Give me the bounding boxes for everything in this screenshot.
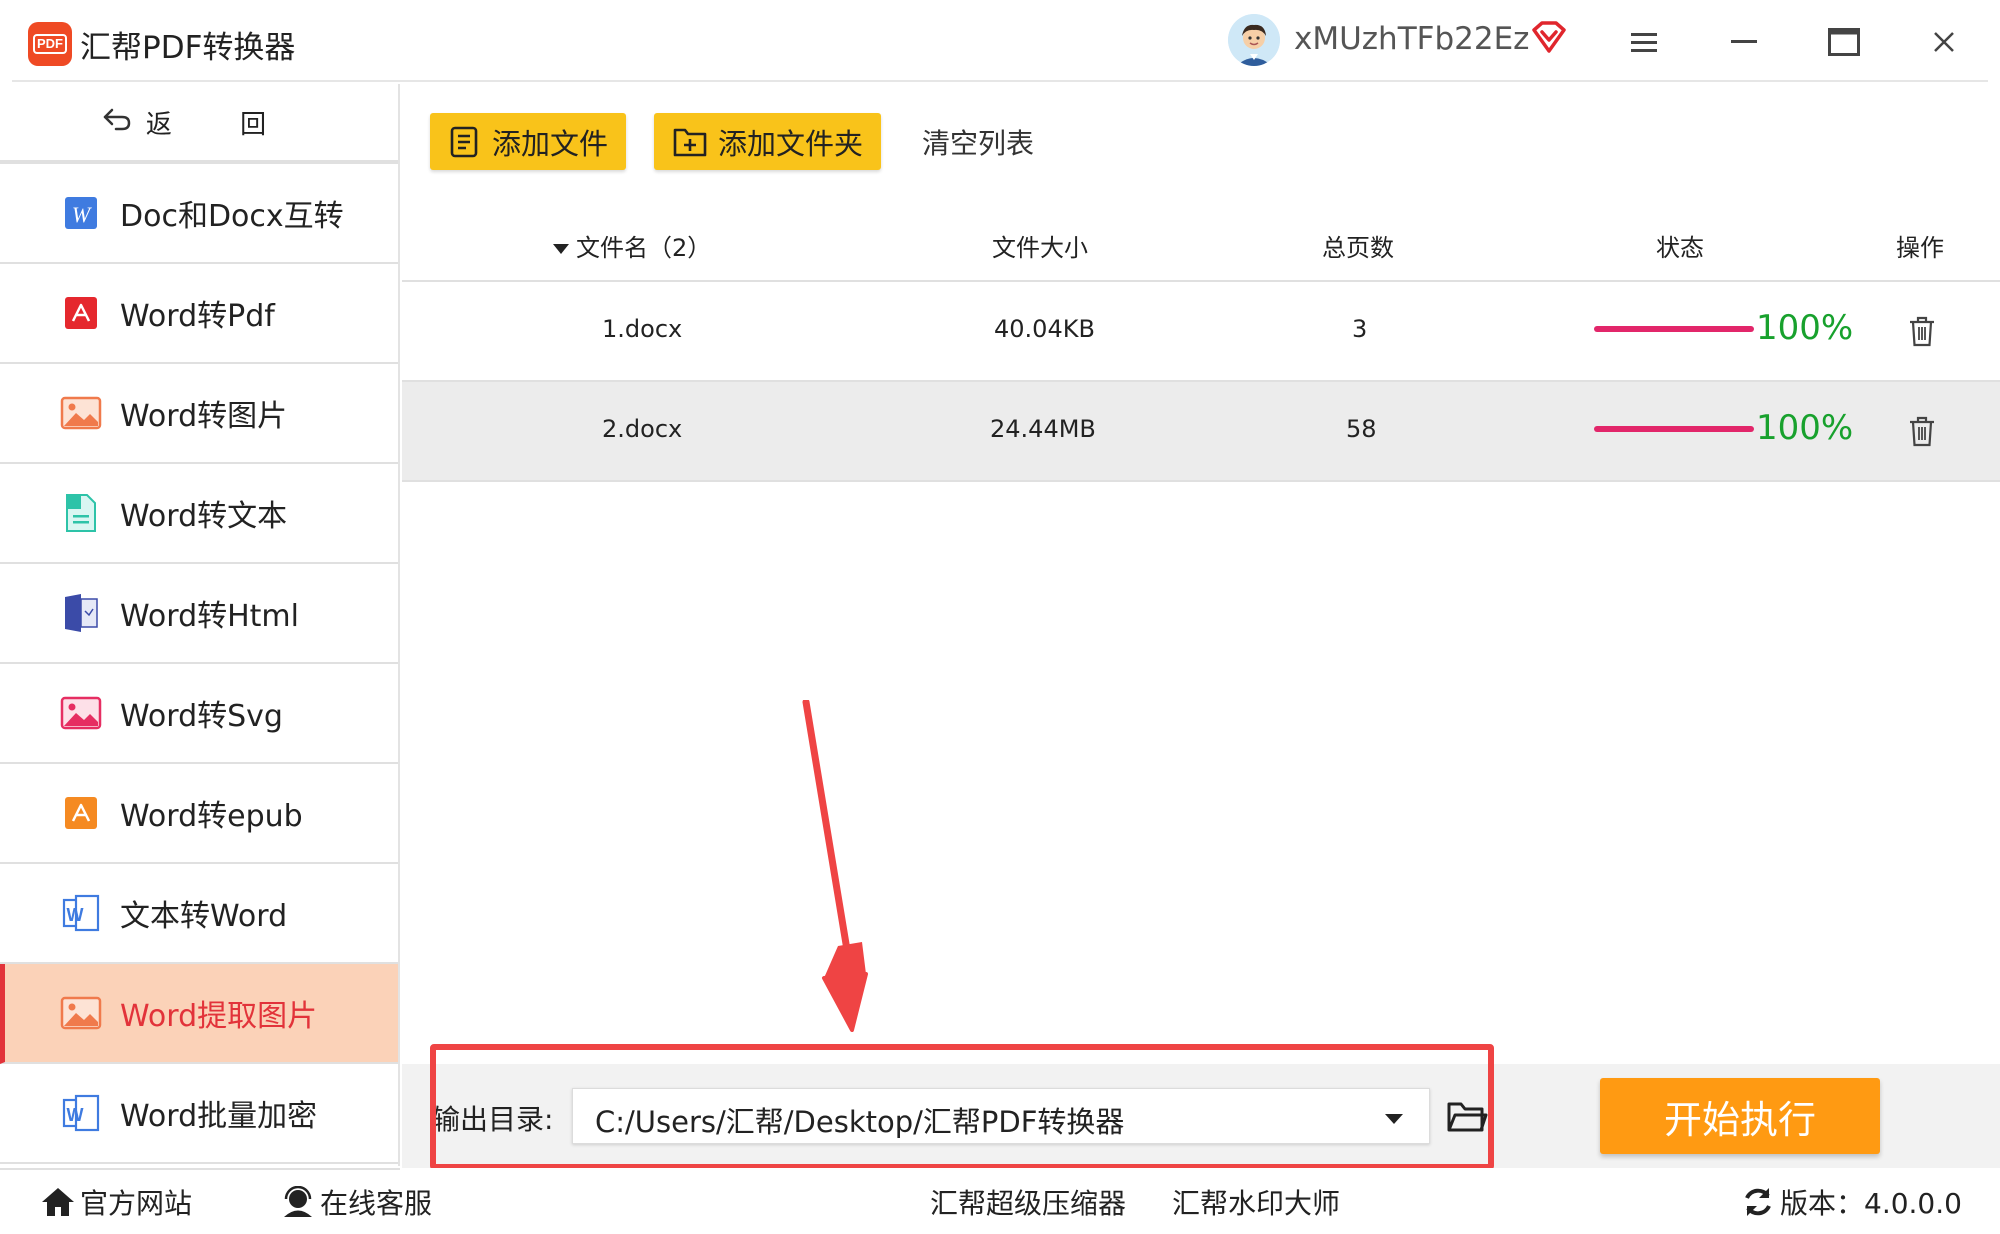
svg-text:W: W: [67, 1105, 84, 1125]
sidebar-item-label: Word提取图片: [120, 999, 318, 1034]
sidebar-item-word-extract-image[interactable]: Word提取图片: [0, 964, 398, 1064]
table-row[interactable]: 1.docx 40.04KB 3 100%: [402, 282, 2000, 382]
sidebar-item-label: Word批量加密: [120, 1099, 318, 1134]
sidebar-item-label: Word转Svg: [120, 699, 283, 734]
title-bar: PDF 汇帮PDF转换器 xMUzhTFb22Ez: [0, 0, 2000, 82]
column-filename[interactable]: 文件名（2）: [552, 228, 711, 263]
column-pages: 总页数: [1322, 234, 1394, 262]
sidebar-item-word-html[interactable]: Word转Html: [0, 564, 398, 664]
close-icon[interactable]: [1924, 22, 1964, 62]
word-w-icon: W: [60, 192, 102, 234]
svg-image-icon: [60, 692, 102, 734]
clear-list-button[interactable]: 清空列表: [922, 122, 1034, 162]
app-logo-text: PDF: [33, 34, 67, 54]
status-percent: 100%: [1756, 408, 1854, 448]
output-dir-select[interactable]: C:/Users/汇帮/Desktop/汇帮PDF转换器: [572, 1088, 1430, 1144]
sidebar-item-label: Word转epub: [120, 799, 303, 834]
folder-add-icon: [673, 128, 707, 156]
html-doc-icon: [60, 592, 102, 634]
watermark-link[interactable]: 汇帮水印大师: [1172, 1182, 1340, 1222]
pdf-icon: [60, 292, 102, 334]
sidebar: 返 回 W Doc和Docx互转 Word转Pdf Word转图片 Word转文…: [0, 84, 400, 1166]
column-size: 文件大小: [992, 234, 1088, 262]
home-icon: [42, 1188, 74, 1216]
sidebar-item-doc-docx[interactable]: W Doc和Docx互转: [0, 164, 398, 264]
app-logo-icon: PDF: [28, 22, 72, 66]
sidebar-item-text-word[interactable]: W 文本转Word: [0, 864, 398, 964]
progress-bar: [1594, 426, 1754, 432]
official-website-link[interactable]: 官方网站: [40, 1182, 192, 1222]
column-action: 操作: [1896, 234, 1944, 262]
version-label: 版本：4.0.0.0: [1780, 1187, 1962, 1220]
cell-filename: 2.docx: [602, 415, 683, 443]
chevron-down-icon[interactable]: [1383, 1111, 1405, 1130]
output-dir-value: C:/Users/汇帮/Desktop/汇帮PDF转换器: [595, 1105, 1125, 1139]
trash-icon[interactable]: [1907, 414, 1937, 448]
folder-open-icon[interactable]: [1446, 1096, 1488, 1136]
word-outline-icon: W: [60, 1092, 102, 1134]
refresh-icon: [1745, 1188, 1771, 1216]
output-dir-label: 输出目录:: [432, 1103, 554, 1136]
file-table-header: 文件名（2） 文件大小 总页数 状态 操作: [402, 218, 2000, 282]
app-title: 汇帮PDF转换器: [80, 30, 296, 66]
back-button[interactable]: 返 回: [0, 84, 398, 164]
sidebar-item-word-epub[interactable]: Word转epub: [0, 764, 398, 864]
official-website-label: 官方网站: [80, 1187, 193, 1220]
epub-icon: [60, 792, 102, 834]
add-file-label: 添加文件: [492, 126, 609, 161]
image-icon: [60, 392, 102, 434]
username[interactable]: xMUzhTFb22Ez: [1294, 21, 1529, 57]
column-filename-label: 文件名（2）: [576, 234, 712, 262]
add-file-button[interactable]: 添加文件: [430, 113, 627, 170]
svg-text:W: W: [72, 202, 92, 227]
status-percent: 100%: [1756, 308, 1854, 348]
sidebar-item-label: Word转文本: [120, 499, 288, 534]
add-folder-button[interactable]: 添加文件夹: [654, 113, 882, 170]
footer: 官方网站 在线客服 汇帮超级压缩器 汇帮水印大师 版本：4.0.0.0: [0, 1168, 2000, 1234]
back-label: 返 回: [145, 109, 297, 140]
cell-pages: 58: [1346, 415, 1377, 443]
sidebar-item-label: Doc和Docx互转: [120, 199, 344, 234]
sidebar-item-word-text[interactable]: Word转文本: [0, 464, 398, 564]
text-doc-icon: [60, 492, 102, 534]
vip-diamond-icon[interactable]: [1530, 20, 1568, 54]
sidebar-item-label: Word转Html: [120, 599, 299, 634]
cell-size: 24.44MB: [990, 415, 1096, 443]
sidebar-item-label: 文本转Word: [120, 899, 288, 934]
cell-filename: 1.docx: [602, 315, 683, 343]
headset-icon: [284, 1186, 312, 1217]
svg-text:W: W: [67, 905, 84, 925]
minimize-icon[interactable]: [1724, 22, 1764, 62]
sidebar-item-word-svg[interactable]: Word转Svg: [0, 664, 398, 764]
start-button[interactable]: 开始执行: [1600, 1078, 1880, 1154]
sort-caret-icon: [553, 244, 569, 254]
table-row[interactable]: 2.docx 24.44MB 58 100%: [402, 382, 2000, 482]
version-info[interactable]: 版本：4.0.0.0: [1740, 1182, 1962, 1222]
word-outline-icon: W: [60, 892, 102, 934]
image-icon: [60, 992, 102, 1034]
sidebar-item-word-encrypt[interactable]: W Word批量加密: [0, 1064, 398, 1164]
cell-pages: 3: [1352, 315, 1368, 343]
avatar[interactable]: [1228, 14, 1280, 66]
progress-bar: [1594, 326, 1754, 332]
annotation-arrow: [780, 698, 900, 1040]
trash-icon[interactable]: [1907, 314, 1937, 348]
sidebar-item-label: Word转Pdf: [120, 299, 275, 334]
menu-icon[interactable]: [1624, 22, 1664, 62]
sidebar-item-label: Word转图片: [120, 399, 288, 434]
maximize-icon[interactable]: [1824, 22, 1864, 62]
add-folder-label: 添加文件夹: [718, 126, 864, 161]
online-support-label: 在线客服: [320, 1187, 433, 1220]
compressor-link[interactable]: 汇帮超级压缩器: [930, 1182, 1126, 1222]
column-status: 状态: [1656, 234, 1704, 262]
app-window: PDF 汇帮PDF转换器 xMUzhTFb22Ez 返 回 W Doc和Docx…: [0, 0, 2000, 1234]
file-list-icon: [450, 126, 478, 157]
back-arrow-icon: [102, 106, 132, 139]
sidebar-item-word-pdf[interactable]: Word转Pdf: [0, 264, 398, 364]
sidebar-item-word-image[interactable]: Word转图片: [0, 364, 398, 464]
online-support-link[interactable]: 在线客服: [280, 1182, 432, 1222]
cell-size: 40.04KB: [994, 315, 1095, 343]
